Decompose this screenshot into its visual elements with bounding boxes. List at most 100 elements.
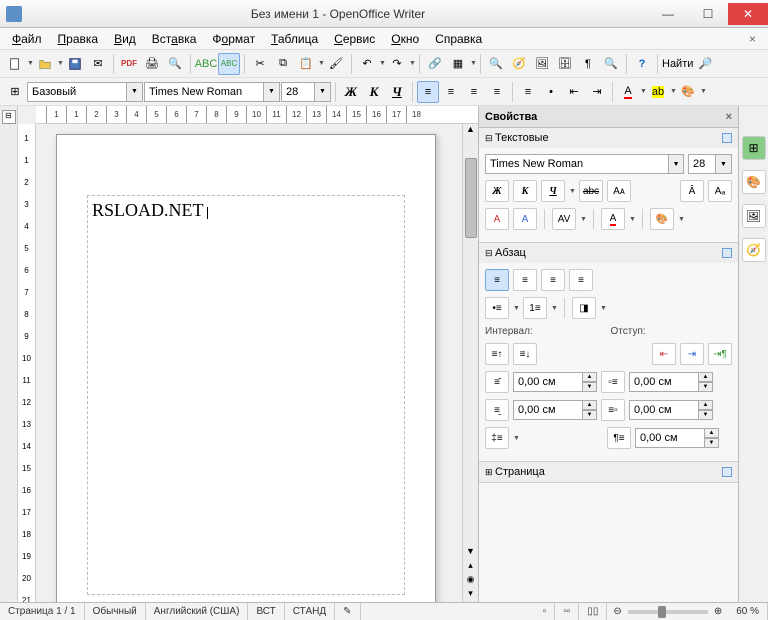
- email-button[interactable]: ✉: [87, 53, 109, 75]
- numbering-button[interactable]: ≡: [517, 81, 539, 103]
- menu-help[interactable]: Справка: [427, 30, 490, 48]
- redo-button[interactable]: ↷: [386, 53, 408, 75]
- indent-inc-button[interactable]: ⇥: [586, 81, 608, 103]
- sb-left-icon[interactable]: ▫≡: [601, 371, 625, 393]
- align-justify-button[interactable]: ≡: [486, 81, 508, 103]
- datasource-button[interactable]: 🗄: [554, 53, 576, 75]
- zoom-out-icon[interactable]: ⊖: [613, 606, 621, 617]
- sb-strike[interactable]: abc: [579, 180, 603, 202]
- sb-first-icon[interactable]: ¶≡: [607, 427, 631, 449]
- sidebar-size-combo[interactable]: ▼: [688, 154, 732, 174]
- expand-icon[interactable]: [722, 133, 732, 143]
- sb-align-right[interactable]: ≡: [541, 269, 565, 291]
- menu-edit[interactable]: Правка: [50, 30, 107, 48]
- sb-linespacing[interactable]: ‡≡: [485, 427, 509, 449]
- menu-service[interactable]: Сервис: [326, 30, 383, 48]
- vertical-ruler[interactable]: 1123456789101112131415161718192021: [18, 124, 36, 602]
- find-toggle[interactable]: 🔎: [694, 53, 716, 75]
- font-combo[interactable]: ▼: [144, 82, 280, 102]
- sb-indent-dec[interactable]: ⇤: [652, 343, 676, 365]
- format-paint-button[interactable]: 🖌: [325, 53, 347, 75]
- menu-table[interactable]: Таблица: [263, 30, 326, 48]
- sb-below-icon[interactable]: ≡̱: [485, 399, 509, 421]
- maximize-button[interactable]: ☐: [688, 3, 728, 25]
- sb-grow[interactable]: A: [485, 208, 509, 230]
- nonprint-button[interactable]: ¶: [577, 53, 599, 75]
- status-std[interactable]: СТАНД: [285, 603, 335, 620]
- menu-close-doc[interactable]: ×: [741, 32, 764, 46]
- undo-button[interactable]: ↶: [356, 53, 378, 75]
- sb-bold[interactable]: Ж: [485, 180, 509, 202]
- menu-file[interactable]: Файл: [4, 30, 50, 48]
- sb-sub[interactable]: Aₐ: [708, 180, 732, 202]
- status-view-book[interactable]: ▯▯: [579, 603, 607, 620]
- print-button[interactable]: 🖨: [141, 53, 163, 75]
- status-style[interactable]: Обычный: [85, 603, 146, 620]
- menu-view[interactable]: Вид: [106, 30, 144, 48]
- zoom-in-icon[interactable]: ⊕: [714, 606, 722, 617]
- sb-space-inc[interactable]: ≡↑: [485, 343, 509, 365]
- zoom-slider[interactable]: [628, 610, 708, 614]
- document-text[interactable]: RSLOAD.NET: [92, 200, 204, 220]
- tab-navigator[interactable]: 🧭: [742, 238, 766, 262]
- new-button[interactable]: [4, 53, 26, 75]
- align-center-button[interactable]: ≡: [440, 81, 462, 103]
- section-page[interactable]: ⊞Страница: [479, 462, 738, 482]
- sb-indent-inc[interactable]: ⇥: [680, 343, 704, 365]
- size-combo[interactable]: ▼: [281, 82, 331, 102]
- section-text[interactable]: ⊟Текстовые: [479, 128, 738, 148]
- sb-right-icon[interactable]: ≡▫: [601, 399, 625, 421]
- ruler-toggle[interactable]: ⊟: [2, 110, 16, 124]
- sb-space-above[interactable]: ▲▼: [513, 372, 597, 392]
- hyperlink-button[interactable]: 🔗: [424, 53, 446, 75]
- sb-fontcolor[interactable]: A: [601, 208, 625, 230]
- menu-window[interactable]: Окно: [383, 30, 427, 48]
- menu-insert[interactable]: Вставка: [144, 30, 205, 48]
- sb-highlight[interactable]: 🎨: [650, 208, 674, 230]
- help-button[interactable]: ?: [631, 53, 653, 75]
- vertical-scrollbar[interactable]: ▲ ▼ ▴ ◉ ▾: [462, 124, 478, 602]
- status-sig[interactable]: ✎: [335, 603, 360, 620]
- cut-button[interactable]: ✂: [249, 53, 271, 75]
- sb-super[interactable]: Â: [680, 180, 704, 202]
- copy-button[interactable]: ⧉: [272, 53, 294, 75]
- sb-italic[interactable]: К: [513, 180, 537, 202]
- status-page[interactable]: Страница 1 / 1: [0, 603, 85, 620]
- zoom-button[interactable]: 🔍: [600, 53, 622, 75]
- section-paragraph[interactable]: ⊟Абзац: [479, 243, 738, 263]
- sb-indent-right[interactable]: ▲▼: [629, 400, 713, 420]
- close-button[interactable]: ✕: [728, 3, 768, 25]
- sb-numbering[interactable]: 1≡: [523, 297, 547, 319]
- indent-dec-button[interactable]: ⇤: [563, 81, 585, 103]
- tab-properties[interactable]: ⊞: [742, 136, 766, 160]
- nav-target-icon[interactable]: ◉: [463, 574, 478, 588]
- find-replace-button[interactable]: 🔍: [485, 53, 507, 75]
- navigator-button[interactable]: 🧭: [508, 53, 530, 75]
- horizontal-ruler[interactable]: 1123456789101112131415161718: [36, 106, 478, 124]
- page-scroll-area[interactable]: RSLOAD.NET: [36, 124, 462, 602]
- highlight-button[interactable]: ab: [647, 81, 669, 103]
- underline-button[interactable]: Ч: [386, 81, 408, 103]
- sb-indent-left[interactable]: ▲▼: [629, 372, 713, 392]
- align-right-button[interactable]: ≡: [463, 81, 485, 103]
- sb-bullets[interactable]: •≡: [485, 297, 509, 319]
- font-color-button[interactable]: A: [617, 81, 639, 103]
- sb-indent-first[interactable]: ▲▼: [635, 428, 719, 448]
- status-insert[interactable]: ВСТ: [248, 603, 284, 620]
- sb-space-below[interactable]: ▲▼: [513, 400, 597, 420]
- scroll-thumb[interactable]: [465, 158, 477, 238]
- sb-spacing[interactable]: AV: [552, 208, 576, 230]
- pdf-button[interactable]: PDF: [118, 53, 140, 75]
- sidebar-close-icon[interactable]: ×: [726, 111, 732, 123]
- sb-space-dec[interactable]: ≡↓: [513, 343, 537, 365]
- spellcheck-button[interactable]: ABC: [195, 53, 217, 75]
- tab-gallery[interactable]: 🖼: [742, 204, 766, 228]
- sb-firstline[interactable]: ⇥¶: [708, 343, 732, 365]
- sb-align-left[interactable]: ≡: [485, 269, 509, 291]
- autospell-button[interactable]: ABC: [218, 53, 240, 75]
- text-frame[interactable]: RSLOAD.NET: [87, 195, 405, 595]
- sb-underline[interactable]: Ч: [541, 180, 565, 202]
- sidebar-font-combo[interactable]: ▼: [485, 154, 684, 174]
- align-left-button[interactable]: ≡: [417, 81, 439, 103]
- prev-page-icon[interactable]: ▴: [463, 560, 478, 574]
